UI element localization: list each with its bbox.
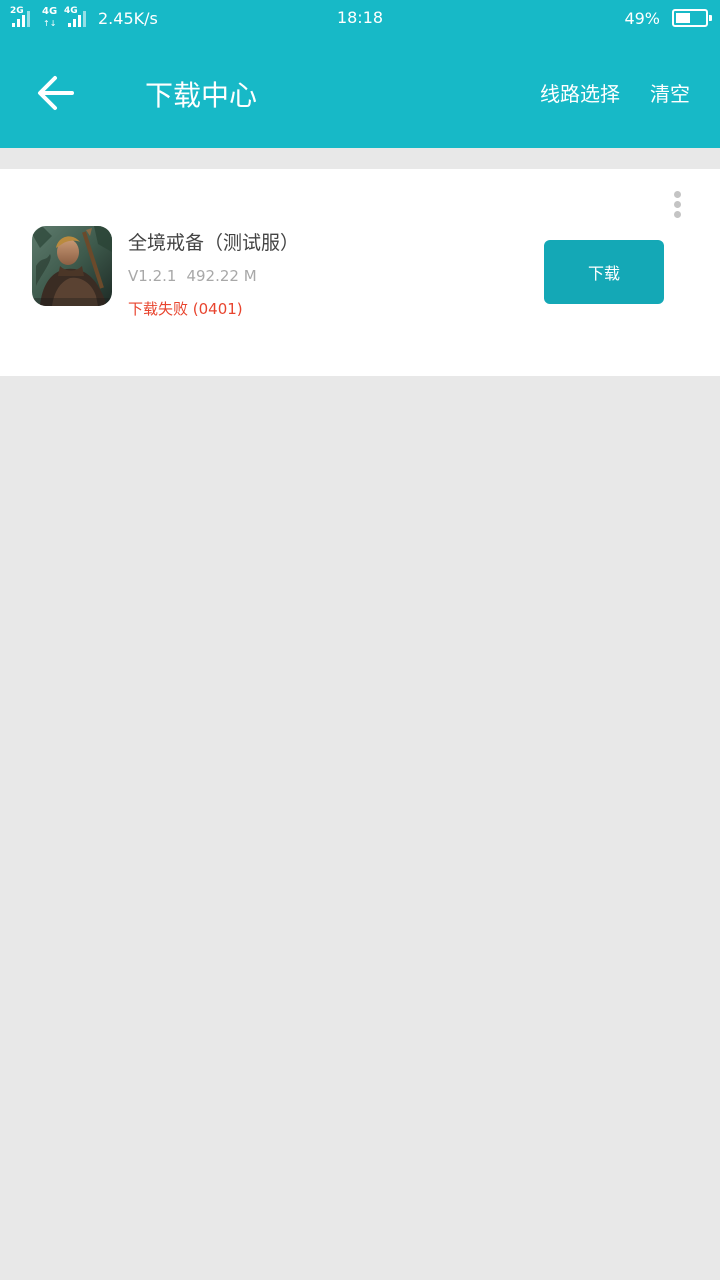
battery-percent: 49% [624, 8, 660, 28]
game-character-icon [32, 226, 112, 306]
download-button[interactable]: 下载 [544, 240, 664, 304]
back-button[interactable] [28, 66, 82, 120]
route-select-button[interactable]: 线路选择 [540, 78, 620, 107]
app-icon [32, 226, 112, 306]
status-bar: 2G 4G ↑↓ 4G 2.45K/s 18:18 49% [0, 0, 720, 36]
more-options-button[interactable] [664, 187, 692, 221]
app-size: 492.22 M [186, 267, 257, 285]
battery-icon [672, 9, 712, 27]
clear-button[interactable]: 清空 [650, 78, 690, 107]
app-meta: V1.2.1 492.22 M [128, 267, 257, 285]
page-title: 下载中心 [145, 79, 258, 112]
download-status: 下载失败 (0401) [128, 300, 243, 318]
app-header: 2G 4G ↑↓ 4G 2.45K/s 18:18 49% 下载中心 线路选择 … [0, 0, 720, 148]
status-clock: 18:18 [336, 8, 384, 27]
arrow-left-icon [38, 76, 74, 110]
battery-fill [676, 13, 690, 23]
status-right: 49% [624, 7, 712, 29]
app-name: 全境戒备（测试服） [128, 232, 300, 254]
download-item-card: 全境戒备（测试服） V1.2.1 492.22 M 下载失败 (0401) 下载 [0, 169, 720, 376]
app-version: V1.2.1 [128, 267, 177, 285]
